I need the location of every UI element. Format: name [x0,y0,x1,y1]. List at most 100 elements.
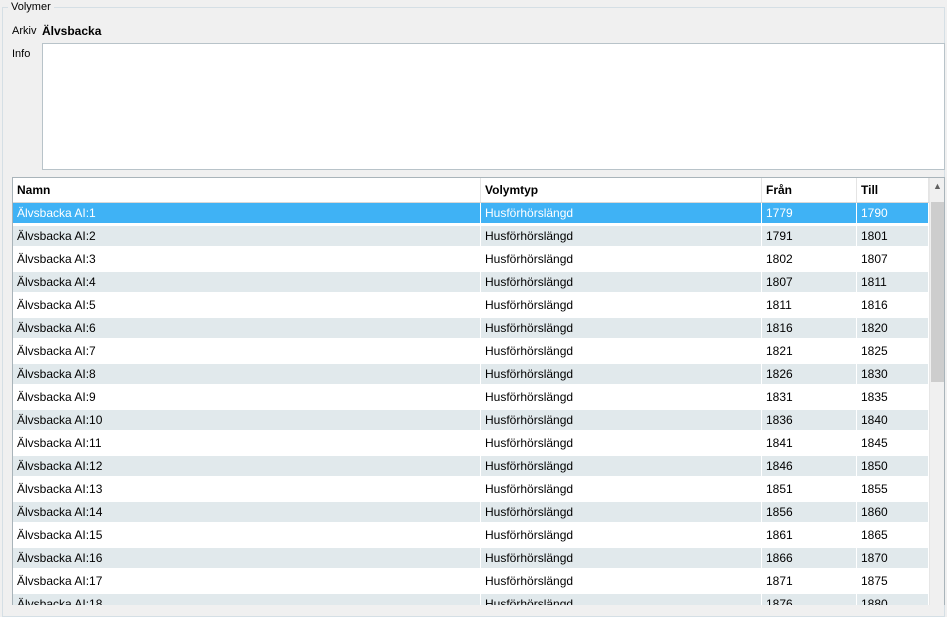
cell-fran: 1816 [762,318,857,338]
cell-volymtyp: Husförhörslängd [481,318,762,338]
table-row[interactable]: Älvsbacka AI:16 Husförhörslängd 1866 1870 [13,548,929,568]
cell-namn: Älvsbacka AI:9 [13,387,481,407]
cell-namn: Älvsbacka AI:16 [13,548,481,568]
cell-till: 1850 [857,456,929,476]
cell-till: 1860 [857,502,929,522]
table-row[interactable]: Älvsbacka AI:5 Husförhörslängd 1811 1816 [13,295,929,315]
cell-volymtyp: Husförhörslängd [481,410,762,430]
scrollbar-thumb[interactable] [931,202,944,382]
table-row[interactable]: Älvsbacka AI:4 Husförhörslängd 1807 1811 [13,272,929,292]
cell-volymtyp: Husförhörslängd [481,295,762,315]
cell-fran: 1779 [762,203,857,223]
cell-fran: 1811 [762,295,857,315]
column-header-volymtyp[interactable]: Volymtyp [481,178,762,202]
cell-fran: 1807 [762,272,857,292]
cell-till: 1875 [857,571,929,591]
cell-namn: Älvsbacka AI:14 [13,502,481,522]
cell-volymtyp: Husförhörslängd [481,364,762,384]
cell-namn: Älvsbacka AI:11 [13,433,481,453]
table-row[interactable]: Älvsbacka AI:15 Husförhörslängd 1861 1865 [13,525,929,545]
table-row[interactable]: Älvsbacka AI:14 Husförhörslängd 1856 1860 [13,502,929,522]
cell-till: 1825 [857,341,929,361]
table-row[interactable]: Älvsbacka AI:1 Husförhörslängd 1779 1790 [13,203,929,223]
cell-namn: Älvsbacka AI:15 [13,525,481,545]
column-header-till[interactable]: Till [857,178,929,202]
cell-till: 1840 [857,410,929,430]
cell-volymtyp: Husförhörslängd [481,548,762,568]
cell-till: 1855 [857,479,929,499]
cell-namn: Älvsbacka AI:8 [13,364,481,384]
cell-volymtyp: Husförhörslängd [481,341,762,361]
cell-volymtyp: Husförhörslängd [481,571,762,591]
table-row[interactable]: Älvsbacka AI:18 Husförhörslängd 1876 1880 [13,594,929,605]
arkiv-label: Arkiv [12,25,37,37]
cell-fran: 1846 [762,456,857,476]
table-row[interactable]: Älvsbacka AI:8 Husförhörslängd 1826 1830 [13,364,929,384]
cell-volymtyp: Husförhörslängd [481,525,762,545]
cell-namn: Älvsbacka AI:4 [13,272,481,292]
info-label: Info [12,48,31,60]
table-header: Namn Volymtyp Från Till [13,178,929,203]
cell-volymtyp: Husförhörslängd [481,203,762,223]
cell-till: 1816 [857,295,929,315]
volume-table: Namn Volymtyp Från Till Älvsbacka AI:1 Hu… [12,177,945,605]
table-row[interactable]: Älvsbacka AI:3 Husförhörslängd 1802 1807 [13,249,929,269]
cell-fran: 1856 [762,502,857,522]
cell-namn: Älvsbacka AI:10 [13,410,481,430]
cell-volymtyp: Husförhörslängd [481,249,762,269]
table-row[interactable]: Älvsbacka AI:2 Husförhörslängd 1791 1801 [13,226,929,246]
cell-till: 1820 [857,318,929,338]
cell-fran: 1831 [762,387,857,407]
cell-fran: 1861 [762,525,857,545]
info-field[interactable] [42,43,945,170]
cell-till: 1830 [857,364,929,384]
cell-till: 1845 [857,433,929,453]
cell-volymtyp: Husförhörslängd [481,594,762,605]
cell-fran: 1791 [762,226,857,246]
table-row[interactable]: Älvsbacka AI:17 Husförhörslängd 1871 1875 [13,571,929,591]
cell-fran: 1876 [762,594,857,605]
cell-namn: Älvsbacka AI:17 [13,571,481,591]
table-row[interactable]: Älvsbacka AI:6 Husförhörslängd 1816 1820 [13,318,929,338]
cell-fran: 1826 [762,364,857,384]
table-row[interactable]: Älvsbacka AI:11 Husförhörslängd 1841 1845 [13,433,929,453]
cell-volymtyp: Husförhörslängd [481,387,762,407]
arkiv-value: Älvsbacka [42,24,102,38]
cell-till: 1835 [857,387,929,407]
cell-namn: Älvsbacka AI:6 [13,318,481,338]
cell-fran: 1851 [762,479,857,499]
table-row[interactable]: Älvsbacka AI:13 Husförhörslängd 1851 1855 [13,479,929,499]
cell-volymtyp: Husförhörslängd [481,226,762,246]
cell-fran: 1802 [762,249,857,269]
cell-namn: Älvsbacka AI:3 [13,249,481,269]
cell-till: 1801 [857,226,929,246]
cell-volymtyp: Husförhörslängd [481,272,762,292]
cell-fran: 1866 [762,548,857,568]
cell-till: 1807 [857,249,929,269]
cell-volymtyp: Husförhörslängd [481,456,762,476]
table-row[interactable]: Älvsbacka AI:10 Husförhörslängd 1836 1840 [13,410,929,430]
cell-till: 1870 [857,548,929,568]
column-header-namn[interactable]: Namn [13,178,481,202]
table-row[interactable]: Älvsbacka AI:9 Husförhörslängd 1831 1835 [13,387,929,407]
cell-till: 1790 [857,203,929,223]
cell-namn: Älvsbacka AI:1 [13,203,481,223]
cell-till: 1880 [857,594,929,605]
cell-volymtyp: Husförhörslängd [481,433,762,453]
cell-till: 1865 [857,525,929,545]
groupbox-title: Volymer [8,1,54,13]
chevron-up-icon[interactable]: ▲ [930,178,944,194]
cell-fran: 1836 [762,410,857,430]
table-row[interactable]: Älvsbacka AI:12 Husförhörslängd 1846 1850 [13,456,929,476]
cell-namn: Älvsbacka AI:12 [13,456,481,476]
table-row[interactable]: Älvsbacka AI:7 Husförhörslängd 1821 1825 [13,341,929,361]
cell-fran: 1871 [762,571,857,591]
cell-namn: Älvsbacka AI:7 [13,341,481,361]
column-header-fran[interactable]: Från [762,178,857,202]
cell-namn: Älvsbacka AI:13 [13,479,481,499]
cell-volymtyp: Husförhörslängd [481,502,762,522]
cell-fran: 1821 [762,341,857,361]
cell-namn: Älvsbacka AI:5 [13,295,481,315]
vertical-scrollbar[interactable]: ▲ [929,178,944,605]
cell-namn: Älvsbacka AI:2 [13,226,481,246]
